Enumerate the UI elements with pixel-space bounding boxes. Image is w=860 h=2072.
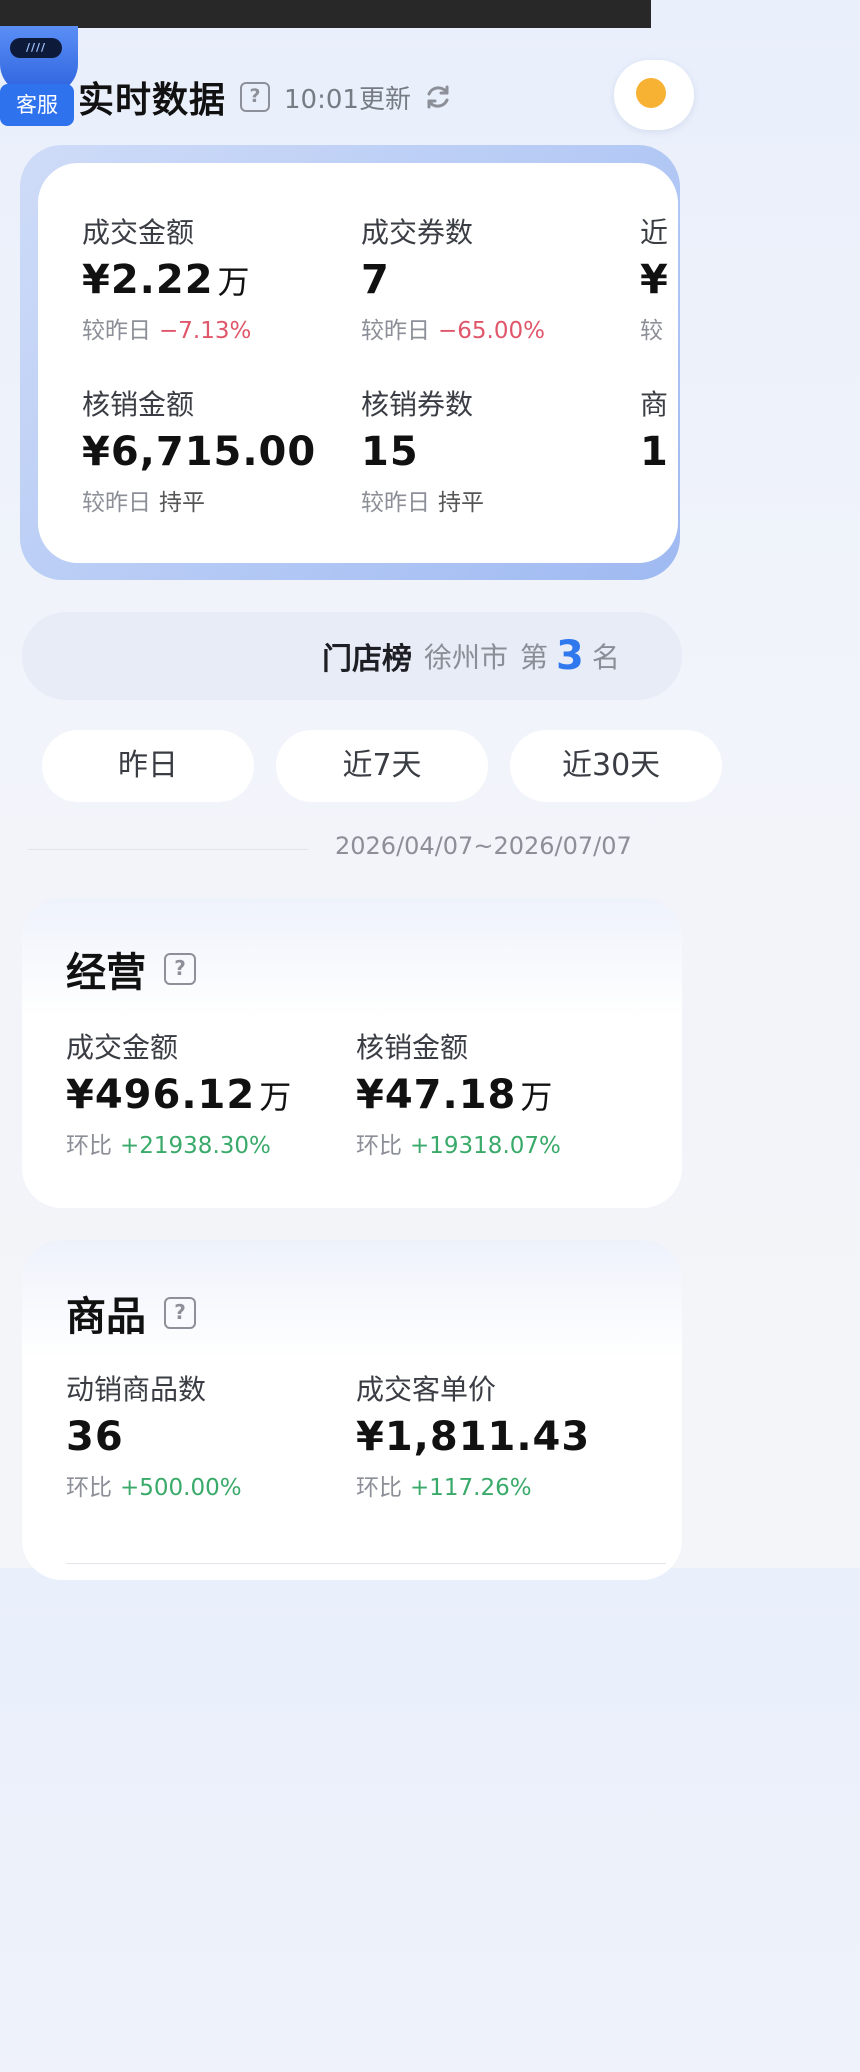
store-rank-bar[interactable]: 门店榜 徐州市 第 3 名 — [22, 612, 682, 700]
metric-redeem-coupons[interactable]: 核销券数 15 较昨日 持平 — [361, 383, 484, 517]
help-icon[interactable]: ? — [164, 1297, 196, 1329]
metric-label: 动销商品数 — [66, 1373, 207, 1406]
refresh-icon[interactable] — [423, 82, 453, 112]
coin-icon — [636, 78, 666, 108]
tab-30-days[interactable]: 近30天 — [510, 730, 722, 802]
goods-section: 商品 ? 动销商品数 36 环比 +500.00% 成交客单价 ¥1,811.43… — [22, 1240, 682, 1580]
metric-value: ¥1,811.43 — [356, 1414, 591, 1460]
metric-label: 近 — [640, 216, 669, 249]
metric-value: 7 — [361, 257, 390, 303]
realtime-header: 实时数据 ? 10:01更新 — [78, 70, 453, 124]
floating-action-button[interactable] — [614, 60, 694, 130]
metric-compare: 较昨日 持平 — [361, 490, 484, 516]
help-icon[interactable]: ? — [164, 953, 196, 985]
metric-deal-amount[interactable]: 成交金额 ¥2.22 万 较昨日 −7.13% — [82, 211, 251, 345]
metric-label: 核销金额 — [82, 388, 195, 421]
metric-label: 成交金额 — [66, 1031, 179, 1064]
metric-compare: 较昨日 持平 — [82, 490, 205, 516]
rank-number: 3 — [556, 633, 584, 679]
metric-compare: 环比 +19318.07% — [356, 1133, 561, 1159]
metric-value: 36 — [66, 1414, 124, 1460]
metric-label: 核销金额 — [356, 1031, 469, 1064]
metric-compare: 环比 +117.26% — [356, 1475, 532, 1501]
section-title: 经营 ? — [66, 940, 196, 998]
business-section: 经营 ? 成交金额 ¥496.12 万 环比 +21938.30% 核销金额 ¥47… — [22, 898, 682, 1208]
metric-clipped-top[interactable]: 近 ¥ 较 — [640, 211, 669, 345]
rank-prefix: 第 — [520, 641, 549, 674]
metric-compare: 较 — [640, 318, 663, 344]
rank-city: 徐州市 — [424, 641, 509, 674]
metric-compare: 环比 +21938.30% — [66, 1133, 271, 1159]
metric-label: 成交金额 — [82, 216, 195, 249]
metric-value: ¥ — [640, 257, 669, 303]
metric-active-goods[interactable]: 动销商品数 36 环比 +500.00% — [66, 1368, 242, 1502]
customer-service-label: 客服 — [0, 84, 74, 126]
update-time: 10:01更新 — [284, 84, 411, 115]
metric-label: 成交客单价 — [356, 1373, 497, 1406]
metric-compare: 较昨日 −7.13% — [82, 318, 252, 344]
page-title: 实时数据 — [78, 80, 227, 121]
metric-redeem-amount[interactable]: 核销金额 ¥47.18 万 环比 +19318.07% — [356, 1026, 561, 1160]
tab-yesterday[interactable]: 昨日 — [42, 730, 254, 802]
metric-avg-order-price[interactable]: 成交客单价 ¥1,811.43 环比 +117.26% — [356, 1368, 590, 1502]
help-icon[interactable]: ? — [240, 82, 271, 112]
metric-value: ¥496.12 万 — [66, 1072, 293, 1118]
metric-redeem-amount[interactable]: 核销金额 ¥6,715.00 较昨日 持平 — [82, 383, 316, 517]
robot-visor: //// — [10, 38, 62, 58]
metric-value: ¥47.18 万 — [356, 1072, 554, 1118]
metric-deal-coupons[interactable]: 成交券数 7 较昨日 −65.00% — [361, 211, 545, 345]
metric-label: 商 — [640, 388, 669, 421]
metric-value: ¥6,715.00 — [82, 429, 317, 475]
divider — [66, 1563, 666, 1564]
section-title: 商品 ? — [66, 1284, 196, 1342]
metric-compare: 环比 +500.00% — [66, 1475, 242, 1501]
metric-label: 成交券数 — [361, 216, 474, 249]
rank-title: 门店榜 — [322, 642, 412, 677]
date-range: 2026/04/07~2026/07/07 — [335, 832, 632, 860]
metric-clipped-bottom[interactable]: 商 1 — [640, 383, 669, 475]
metric-label: 核销券数 — [361, 388, 474, 421]
metric-value: 1 — [640, 429, 669, 475]
metric-deal-amount[interactable]: 成交金额 ¥496.12 万 环比 +21938.30% — [66, 1026, 292, 1160]
rank-suffix: 名 — [591, 641, 620, 674]
divider — [28, 849, 308, 850]
customer-service-button[interactable]: //// 客服 — [0, 26, 78, 128]
tab-7-days[interactable]: 近7天 — [276, 730, 488, 802]
metric-value: 15 — [361, 429, 419, 475]
status-bar — [0, 0, 651, 28]
realtime-card: 成交金额 ¥2.22 万 较昨日 −7.13% 成交券数 7 较昨日 −65.00% … — [38, 163, 678, 563]
metric-value: ¥2.22 万 — [82, 257, 251, 303]
metric-compare: 较昨日 −65.00% — [361, 318, 545, 344]
